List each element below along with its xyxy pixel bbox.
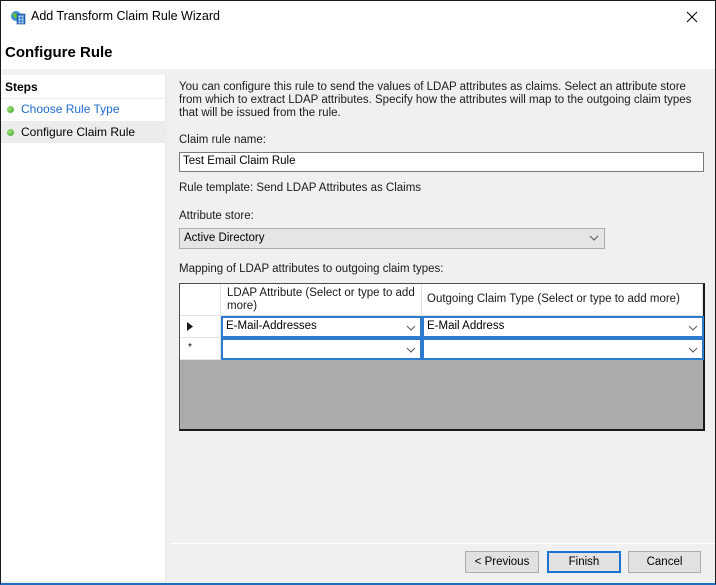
wizard-window: Add Transform Claim Rule Wizard Configur… <box>0 0 716 585</box>
step-label: Configure Claim Rule <box>21 125 136 139</box>
mapping-grid: LDAP Attribute (Select or type to add mo… <box>179 283 705 431</box>
grid-corner-header <box>180 284 221 316</box>
row-header-new[interactable]: * <box>180 338 221 360</box>
new-ldap-attribute-select[interactable] <box>221 338 422 360</box>
step-status-icon <box>7 105 14 113</box>
step-choose-rule-type[interactable]: Choose Rule Type <box>1 98 165 120</box>
previous-button[interactable]: < Previous <box>465 551 539 573</box>
ldap-attribute-value: E-Mail-Addresses <box>226 320 317 332</box>
ldap-attribute-select[interactable]: E-Mail-Addresses <box>221 316 422 338</box>
chevron-down-icon <box>688 325 698 331</box>
column-header-claim-type[interactable]: Outgoing Claim Type (Select or type to a… <box>422 284 703 316</box>
claim-rule-name-label: Claim rule name: <box>179 134 266 146</box>
footer-divider <box>171 543 715 544</box>
step-configure-claim-rule: Configure Claim Rule <box>1 121 165 143</box>
new-claim-type-select[interactable] <box>422 338 704 360</box>
close-button[interactable] <box>669 1 715 32</box>
page-header: Configure Rule <box>1 32 715 69</box>
title-bar: Add Transform Claim Rule Wizard <box>1 1 715 32</box>
step-status-icon <box>7 128 14 136</box>
close-icon <box>686 11 698 22</box>
column-header-ldap-attribute[interactable]: LDAP Attribute (Select or type to add mo… <box>221 284 422 316</box>
chevron-down-icon <box>406 347 416 353</box>
attribute-store-value: Active Directory <box>184 232 265 244</box>
current-row-arrow-icon <box>187 322 193 331</box>
page-title: Configure Rule <box>5 44 113 61</box>
window-title: Add Transform Claim Rule Wizard <box>31 9 220 23</box>
step-label[interactable]: Choose Rule Type <box>21 102 120 116</box>
claim-type-select[interactable]: E-Mail Address <box>422 316 704 338</box>
chevron-down-icon <box>589 235 599 241</box>
claim-type-value: E-Mail Address <box>427 320 505 332</box>
mapping-label: Mapping of LDAP attributes to outgoing c… <box>179 263 444 275</box>
finish-button[interactable]: Finish <box>547 551 621 573</box>
steps-heading: Steps <box>5 80 38 94</box>
attribute-store-select[interactable]: Active Directory <box>179 228 605 249</box>
chevron-down-icon <box>406 325 416 331</box>
chevron-down-icon <box>688 347 698 353</box>
rule-template-text: Rule template: Send LDAP Attributes as C… <box>179 182 422 194</box>
app-icon <box>11 11 26 25</box>
row-header-current[interactable] <box>180 316 221 338</box>
new-row-marker: * <box>188 342 192 353</box>
steps-panel: Steps Choose Rule Type Configure Claim R… <box>1 75 167 581</box>
attribute-store-label: Attribute store: <box>179 210 254 222</box>
claim-rule-name-input[interactable]: Test Email Claim Rule <box>179 152 704 172</box>
rule-description: You can configure this rule to send the … <box>179 81 692 119</box>
cancel-button[interactable]: Cancel <box>628 551 701 573</box>
